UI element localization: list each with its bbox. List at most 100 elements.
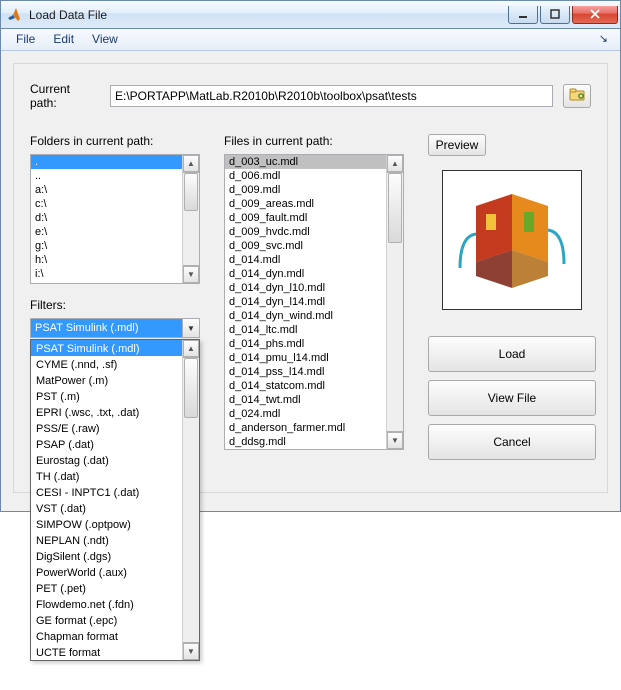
file-item[interactable]: d_009_fault.mdl	[225, 211, 386, 225]
filter-option[interactable]: VST (.dat)	[31, 500, 182, 516]
file-item[interactable]: d_009_areas.mdl	[225, 197, 386, 211]
files-list[interactable]: d_003_uc.mdld_006.mdld_009.mdld_009_area…	[225, 155, 386, 449]
window-buttons	[508, 6, 618, 24]
chevron-down-icon[interactable]: ▼	[182, 319, 199, 337]
maximize-button[interactable]	[540, 6, 570, 24]
scroll-up-icon[interactable]: ▲	[387, 155, 403, 172]
file-item[interactable]: d_009_hvdc.mdl	[225, 225, 386, 239]
filter-option[interactable]: CYME (.nnd, .sf)	[31, 356, 182, 372]
filters-dropdown[interactable]: PSAT Simulink (.mdl) ▼ PSAT Simulink (.m…	[30, 318, 200, 338]
col-folders-filters: Folders in current path: ...a:\c:\d:\e:\…	[30, 134, 200, 338]
filter-option[interactable]: CESI - INPTC1 (.dat)	[31, 484, 182, 500]
window-title: Load Data File	[29, 8, 508, 22]
filter-option[interactable]: PSAP (.dat)	[31, 436, 182, 452]
folder-item[interactable]: d:\	[31, 211, 182, 225]
filter-option[interactable]: DigSilent (.dgs)	[31, 548, 182, 564]
folder-item[interactable]: e:\	[31, 225, 182, 239]
file-item[interactable]: d_014_ltc.mdl	[225, 323, 386, 337]
filter-option[interactable]: PST (.m)	[31, 388, 182, 404]
filter-option[interactable]: UCTE format	[31, 644, 182, 660]
folders-list[interactable]: ...a:\c:\d:\e:\g:\h:\i:\	[31, 155, 182, 283]
current-path-label: Current path:	[30, 82, 100, 110]
file-item[interactable]: d_006.mdl	[225, 169, 386, 183]
file-item[interactable]: d_014_statcom.mdl	[225, 379, 386, 393]
filter-option[interactable]: MatPower (.m)	[31, 372, 182, 388]
folder-item[interactable]: ..	[31, 169, 182, 183]
folder-icon	[569, 88, 585, 105]
menu-file[interactable]: File	[7, 29, 44, 50]
files-listbox[interactable]: d_003_uc.mdld_006.mdld_009.mdld_009_area…	[224, 154, 404, 450]
folders-scrollbar[interactable]: ▲ ▼	[182, 155, 199, 283]
filter-option[interactable]: PSAT Simulink (.mdl)	[31, 340, 182, 356]
preview-image	[442, 170, 582, 310]
folder-item[interactable]: i:\	[31, 267, 182, 281]
close-button[interactable]	[572, 6, 618, 24]
filter-option[interactable]: Chapman format	[31, 628, 182, 644]
scroll-up-icon[interactable]: ▲	[183, 340, 199, 357]
view-file-button[interactable]: View File	[428, 380, 596, 416]
file-item[interactable]: d_014_phs.mdl	[225, 337, 386, 351]
scroll-down-icon[interactable]: ▼	[387, 432, 403, 449]
filter-option[interactable]: Eurostag (.dat)	[31, 452, 182, 468]
file-item[interactable]: d_014_twt.mdl	[225, 393, 386, 407]
files-scrollbar[interactable]: ▲ ▼	[386, 155, 403, 449]
cancel-button[interactable]: Cancel	[428, 424, 596, 460]
scroll-thumb[interactable]	[184, 173, 198, 211]
file-item[interactable]: d_003_uc.mdl	[225, 155, 386, 169]
file-item[interactable]: d_009.mdl	[225, 183, 386, 197]
scroll-up-icon[interactable]: ▲	[183, 155, 199, 172]
path-row: Current path:	[30, 82, 591, 110]
filter-option[interactable]: Flowdemo.net (.fdn)	[31, 596, 182, 612]
file-item[interactable]: d_014_dyn_wind.mdl	[225, 309, 386, 323]
filters-scrollbar[interactable]: ▲ ▼	[182, 340, 199, 660]
browse-button[interactable]	[563, 84, 591, 108]
filters-selected: PSAT Simulink (.mdl)	[31, 319, 182, 337]
filter-option[interactable]: PSS/E (.raw)	[31, 420, 182, 436]
file-item[interactable]: d_014_dyn_l14.mdl	[225, 295, 386, 309]
folder-item[interactable]: .	[31, 155, 182, 169]
minimize-button[interactable]	[508, 6, 538, 24]
file-item[interactable]: d_009_svc.mdl	[225, 239, 386, 253]
file-item[interactable]: d_anderson_farmer.mdl	[225, 421, 386, 435]
file-item[interactable]: d_ddsg.mdl	[225, 435, 386, 449]
menu-view[interactable]: View	[83, 29, 127, 50]
folder-item[interactable]: g:\	[31, 239, 182, 253]
menu-edit[interactable]: Edit	[44, 29, 83, 50]
file-item[interactable]: d_014_pss_l14.mdl	[225, 365, 386, 379]
load-button[interactable]: Load	[428, 336, 596, 372]
columns: Folders in current path: ...a:\c:\d:\e:\…	[30, 134, 591, 468]
menubar: File Edit View ↘	[1, 29, 620, 51]
filter-option[interactable]: TH (.dat)	[31, 468, 182, 484]
scroll-track[interactable]	[183, 357, 199, 643]
folder-item[interactable]: h:\	[31, 253, 182, 267]
scroll-track[interactable]	[387, 172, 403, 432]
scroll-down-icon[interactable]: ▼	[183, 643, 199, 660]
folder-item[interactable]: c:\	[31, 197, 182, 211]
dock-toggle-icon[interactable]: ↘	[593, 29, 614, 50]
filter-option[interactable]: SIMPOW (.optpow)	[31, 516, 182, 532]
folders-listbox[interactable]: ...a:\c:\d:\e:\g:\h:\i:\ ▲ ▼	[30, 154, 200, 284]
file-item[interactable]: d_024.mdl	[225, 407, 386, 421]
filter-option[interactable]: EPRI (.wsc, .txt, .dat)	[31, 404, 182, 420]
matlab-icon	[7, 7, 23, 23]
current-path-input[interactable]	[110, 85, 553, 107]
folders-label: Folders in current path:	[30, 134, 200, 148]
filter-option[interactable]: PET (.pet)	[31, 580, 182, 596]
file-item[interactable]: d_014_dyn_l10.mdl	[225, 281, 386, 295]
titlebar[interactable]: Load Data File	[1, 1, 620, 29]
file-item[interactable]: d_014.mdl	[225, 253, 386, 267]
filters-option-list[interactable]: PSAT Simulink (.mdl)CYME (.nnd, .sf)MatP…	[31, 340, 182, 660]
folder-item[interactable]: a:\	[31, 183, 182, 197]
filter-option[interactable]: NEPLAN (.ndt)	[31, 532, 182, 548]
scroll-down-icon[interactable]: ▼	[183, 266, 199, 283]
filter-option[interactable]: GE format (.epc)	[31, 612, 182, 628]
filter-option[interactable]: PowerWorld (.aux)	[31, 564, 182, 580]
scroll-track[interactable]	[183, 172, 199, 266]
scroll-thumb[interactable]	[388, 173, 402, 243]
file-item[interactable]: d_014_dyn.mdl	[225, 267, 386, 281]
scroll-thumb[interactable]	[184, 358, 198, 418]
preview-button[interactable]: Preview	[428, 134, 486, 156]
file-item[interactable]: d_014_pmu_l14.mdl	[225, 351, 386, 365]
psat-logo-icon	[452, 180, 572, 300]
filters-dropdown-panel: PSAT Simulink (.mdl)CYME (.nnd, .sf)MatP…	[30, 339, 200, 661]
